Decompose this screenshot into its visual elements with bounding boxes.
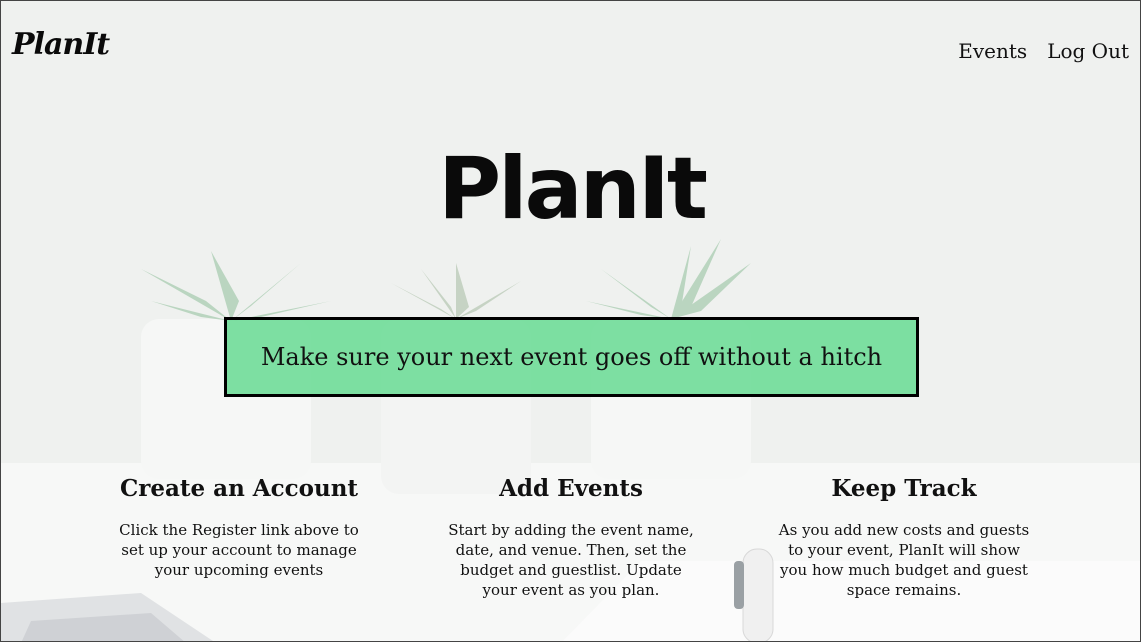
hero-title: PlanIt [438,139,708,239]
page: PlanIt Events Log Out PlanIt Make sure y… [0,0,1141,642]
tagline-banner: Make sure your next event goes off witho… [224,317,919,397]
feature-title: Create an Account [119,475,359,502]
feature-add-events: Add Events Start by adding the event nam… [436,475,706,600]
logo[interactable]: PlanIt [12,27,110,62]
feature-description: As you add new costs and guests to your … [778,521,1030,599]
top-nav: Events Log Out [958,39,1129,63]
nav-events-link[interactable]: Events [958,39,1027,63]
feature-keep-track: Keep Track As you add new costs and gues… [769,475,1039,600]
feature-description: Click the Register link above to set up … [119,521,359,579]
feature-title: Add Events [499,475,643,502]
feature-create-account: Create an Account Click the Register lin… [104,475,374,580]
tagline-text: Make sure your next event goes off witho… [260,343,883,371]
feature-description: Start by adding the event name, date, an… [448,521,694,599]
feature-title: Keep Track [831,475,977,502]
nav-logout-link[interactable]: Log Out [1047,39,1129,63]
